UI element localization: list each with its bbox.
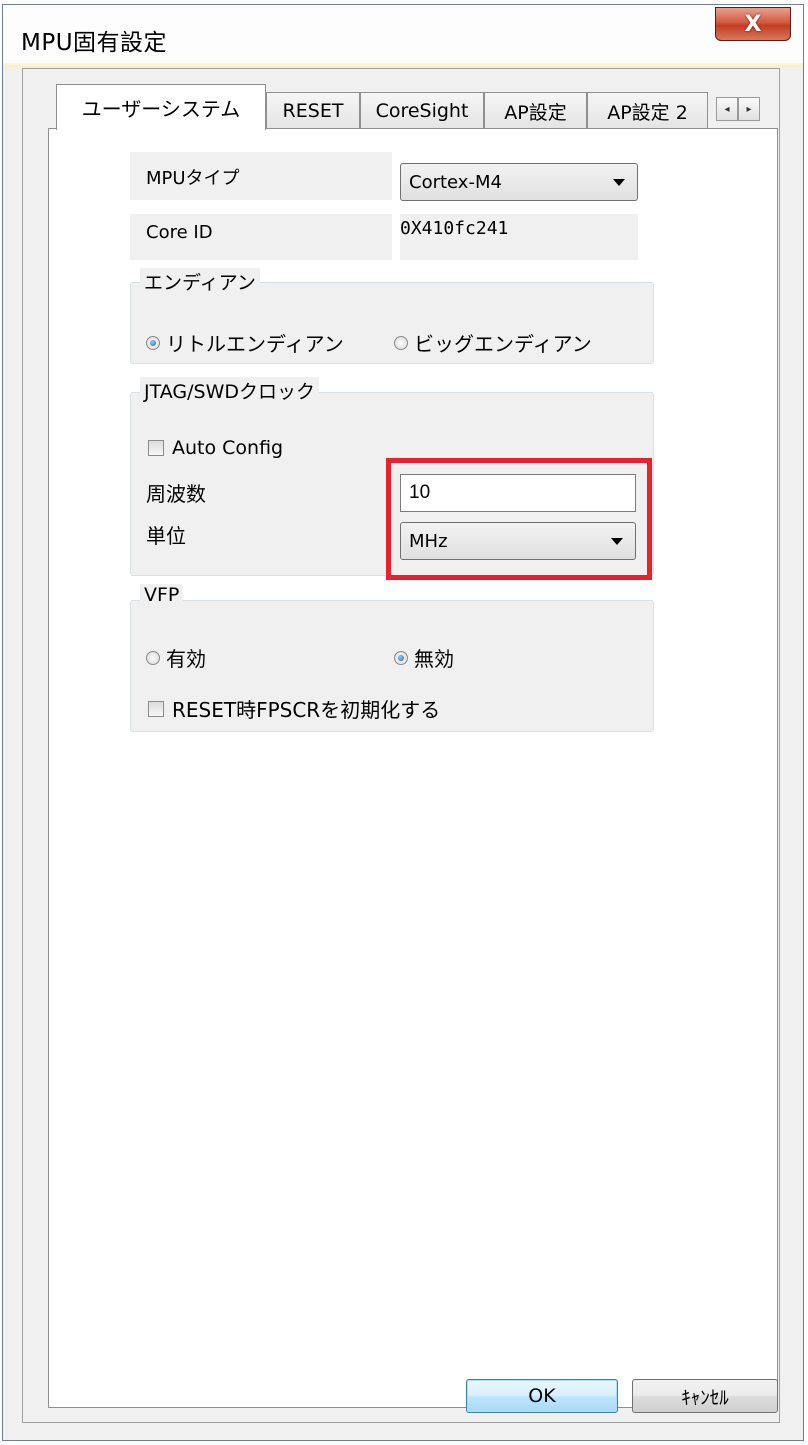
mpu-type-value: Cortex-M4	[409, 171, 502, 193]
checkbox-icon	[148, 700, 164, 717]
checkbox-icon	[148, 440, 164, 456]
radio-unselected-icon	[394, 335, 408, 350]
close-icon: X	[744, 11, 762, 37]
auto-config-label: Auto Config	[172, 437, 284, 459]
big-endian-label: ビッグエンディアン	[414, 332, 592, 356]
tab-ap-settings[interactable]: AP設定	[484, 92, 587, 129]
close-button[interactable]: X	[715, 7, 791, 41]
tab-coresight[interactable]: CoreSight	[360, 92, 484, 129]
window-title: MPU固有設定	[21, 30, 168, 56]
radio-selected-icon	[146, 335, 160, 350]
auto-config-checkbox[interactable]: Auto Config	[148, 437, 283, 459]
frequency-label: 周波数	[146, 482, 206, 506]
highlight-box	[386, 458, 652, 580]
radio-selected-icon	[394, 650, 408, 665]
reset-fpscr-checkbox[interactable]: RESET時FPSCRを初期化する	[148, 694, 440, 723]
tab-scroll-left-button[interactable]: ◂	[716, 97, 738, 121]
vfp-disabled-label: 無効	[414, 647, 454, 671]
little-endian-radio[interactable]: リトルエンディアン	[146, 328, 344, 357]
ok-button[interactable]: OK	[466, 1379, 618, 1413]
mpu-type-select[interactable]: Cortex-M4	[400, 163, 638, 201]
vfp-enabled-radio[interactable]: 有効	[146, 643, 206, 672]
chevron-down-icon	[613, 179, 625, 186]
title-bar[interactable]: MPU固有設定 X	[3, 5, 803, 64]
reset-fpscr-label: RESET時FPSCRを初期化する	[172, 698, 441, 722]
arrow-right-icon: ▸	[746, 103, 752, 115]
vfp-group-title: VFP	[140, 584, 184, 606]
unit-label: 単位	[146, 524, 186, 548]
clock-group-title: JTAG/SWDクロック	[140, 377, 320, 404]
cancel-button[interactable]: ｷｬﾝｾﾙ	[632, 1379, 778, 1413]
big-endian-radio[interactable]: ビッグエンディアン	[394, 328, 592, 357]
core-id-label: Core ID	[146, 222, 213, 243]
radio-unselected-icon	[146, 650, 160, 665]
vfp-disabled-radio[interactable]: 無効	[394, 643, 454, 672]
arrow-left-icon: ◂	[724, 103, 730, 115]
tab-user-system[interactable]: ユーザーシステム	[56, 84, 266, 130]
vfp-enabled-label: 有効	[166, 647, 206, 671]
tab-ap-settings-2[interactable]: AP設定 2	[587, 92, 708, 129]
tab-reset[interactable]: RESET	[266, 92, 360, 129]
core-id-value: 0X410fc241	[400, 214, 638, 260]
tab-scroll-right-button[interactable]: ▸	[738, 97, 760, 121]
little-endian-label: リトルエンディアン	[166, 332, 344, 356]
endian-group-title: エンディアン	[140, 268, 260, 295]
mpu-type-label: MPUタイプ	[146, 168, 240, 189]
title-accent	[3, 63, 803, 67]
